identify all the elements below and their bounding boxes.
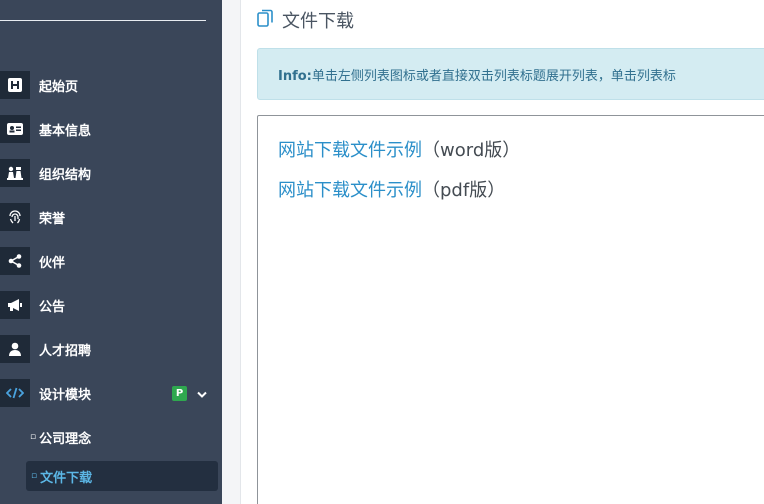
page-header: 文件下载	[257, 8, 354, 32]
sidebar-item-home[interactable]: 起始页	[0, 67, 222, 103]
info-prefix: Info:	[278, 69, 312, 84]
list-item: 网站下载文件示例（word版）	[278, 136, 520, 162]
chevron-down-icon[interactable]	[197, 384, 207, 403]
sidebar-item-basic-info[interactable]: 基本信息	[0, 111, 222, 147]
sidebar-subitem-label: 文件下载	[40, 470, 93, 486]
list-item: 网站下载文件示例（pdf版）	[278, 176, 505, 202]
chess-pieces-icon	[0, 159, 30, 187]
sidebar-item-partners[interactable]: 伙伴	[0, 243, 222, 279]
fingerprint-icon	[0, 203, 30, 231]
sidebar-item-label: 起始页	[39, 79, 79, 95]
sidebar-item-announcements[interactable]: 公告	[0, 287, 222, 323]
info-body: 单击左侧列表图标或者直接双击列表标题展开列表，单击列表标	[311, 69, 676, 84]
sidebar-item-label: 基本信息	[39, 123, 92, 139]
id-card-icon	[0, 115, 30, 143]
sidebar-item-design-modules[interactable]: 设计模块 P	[0, 375, 222, 411]
file-list: 网站下载文件示例（word版） 网站下载文件示例（pdf版）	[257, 115, 764, 504]
sidebar-item-label: 荣誉	[39, 211, 66, 227]
user-icon	[0, 335, 30, 363]
sidebar-item-label: 人才招聘	[39, 343, 92, 359]
copy-icon	[257, 9, 274, 32]
bullet-icon: ▫	[31, 471, 38, 481]
sidebar-item-honors[interactable]: 荣誉	[0, 199, 222, 235]
sidebar-item-org-structure[interactable]: 组织结构	[0, 155, 222, 191]
sidebar-item-recruitment[interactable]: 人才招聘	[0, 331, 222, 367]
content-panel: 文件下载 Info:单击左侧列表图标或者直接双击列表标题展开列表，单击列表标 网…	[240, 0, 764, 504]
info-alert: Info:单击左侧列表图标或者直接双击列表标题展开列表，单击列表标	[257, 48, 764, 100]
sidebar-divider	[0, 20, 206, 21]
sidebar-subitem-label: 公司理念	[39, 431, 92, 447]
status-badge: P	[172, 385, 187, 401]
sidebar-subitem-company-philosophy[interactable]: ▫ 公司理念	[30, 422, 218, 452]
main-content: 文件下载 Info:单击左侧列表图标或者直接双击列表标题展开列表，单击列表标 网…	[222, 0, 764, 504]
sidebar-item-label: 公告	[39, 299, 66, 315]
file-type-label: （pdf版）	[422, 180, 506, 201]
info-message: Info:单击左侧列表图标或者直接双击列表标题展开列表，单击列表标	[278, 65, 676, 84]
sidebar-subitem-file-download[interactable]: ▫ 文件下载	[26, 461, 218, 491]
share-icon	[0, 247, 30, 275]
bullet-icon: ▫	[30, 432, 37, 442]
file-type-label: （word版）	[422, 140, 521, 161]
page-title: 文件下载	[282, 11, 354, 32]
h-square-icon	[0, 71, 30, 99]
megaphone-icon	[0, 291, 30, 319]
sidebar-item-label: 设计模块	[39, 387, 92, 403]
download-link-word[interactable]: 网站下载文件示例	[278, 140, 422, 161]
code-icon	[0, 379, 30, 407]
sidebar: 起始页 基本信息 组织结构 荣誉 伙伴 公告 人才招聘 设计模块 P ▫ 公司理…	[0, 0, 222, 504]
sidebar-item-label: 组织结构	[39, 167, 92, 183]
download-link-pdf[interactable]: 网站下载文件示例	[278, 180, 422, 201]
sidebar-item-label: 伙伴	[39, 255, 66, 271]
